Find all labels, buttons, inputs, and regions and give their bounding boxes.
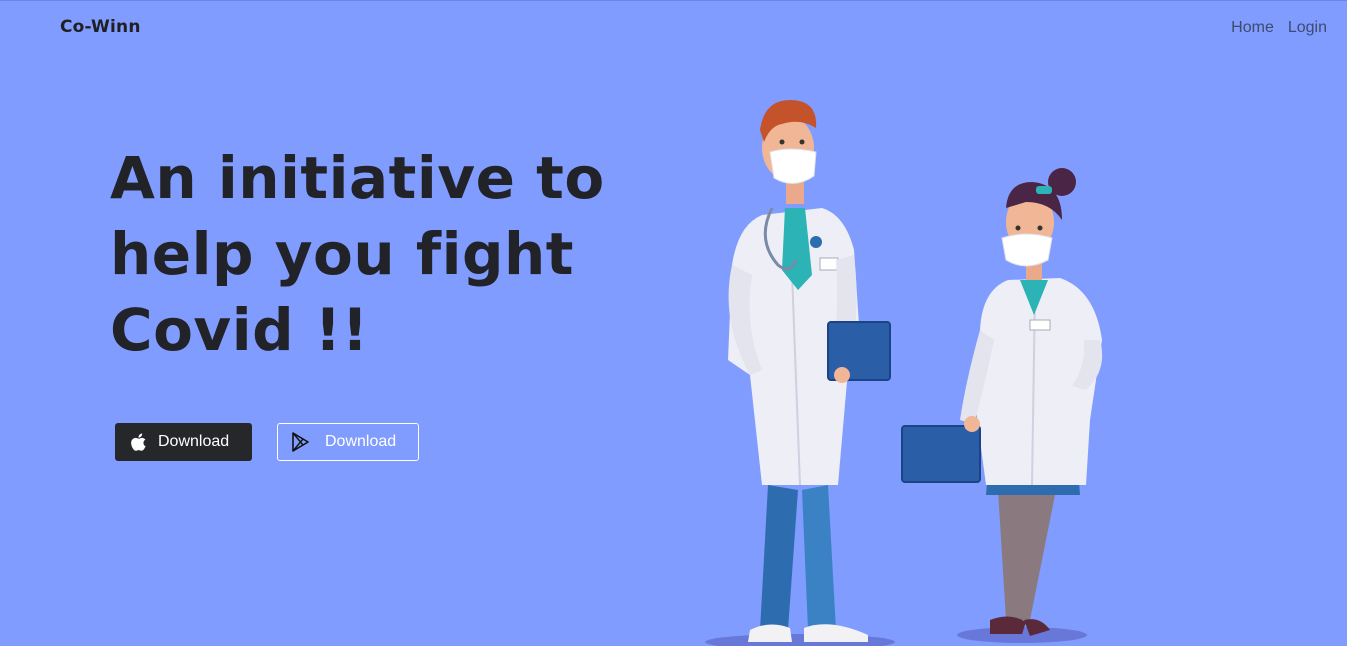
headline-line-1: An initiative to bbox=[110, 144, 605, 212]
headline-line-2: help you fight bbox=[110, 220, 575, 288]
apple-icon bbox=[128, 431, 150, 453]
doctors-illustration bbox=[705, 100, 1103, 646]
google-play-download-button[interactable]: Download bbox=[277, 423, 419, 461]
top-nav: Home Login bbox=[1231, 19, 1327, 37]
app-store-download-label: Download bbox=[158, 433, 230, 450]
app-store-download-button[interactable]: Download bbox=[115, 423, 252, 461]
brand-logo[interactable]: Co-Winn bbox=[60, 17, 141, 37]
male-doctor bbox=[728, 100, 891, 642]
headline-line-3: Covid !! bbox=[110, 296, 369, 364]
hero-headline: An initiative to help you fight Covid !! bbox=[110, 140, 630, 368]
top-border bbox=[0, 0, 1347, 1]
google-play-icon bbox=[290, 431, 312, 453]
female-doctor bbox=[901, 168, 1103, 636]
nav-home[interactable]: Home bbox=[1231, 19, 1274, 37]
nav-login[interactable]: Login bbox=[1288, 19, 1327, 37]
google-play-download-label: Download bbox=[325, 433, 397, 450]
